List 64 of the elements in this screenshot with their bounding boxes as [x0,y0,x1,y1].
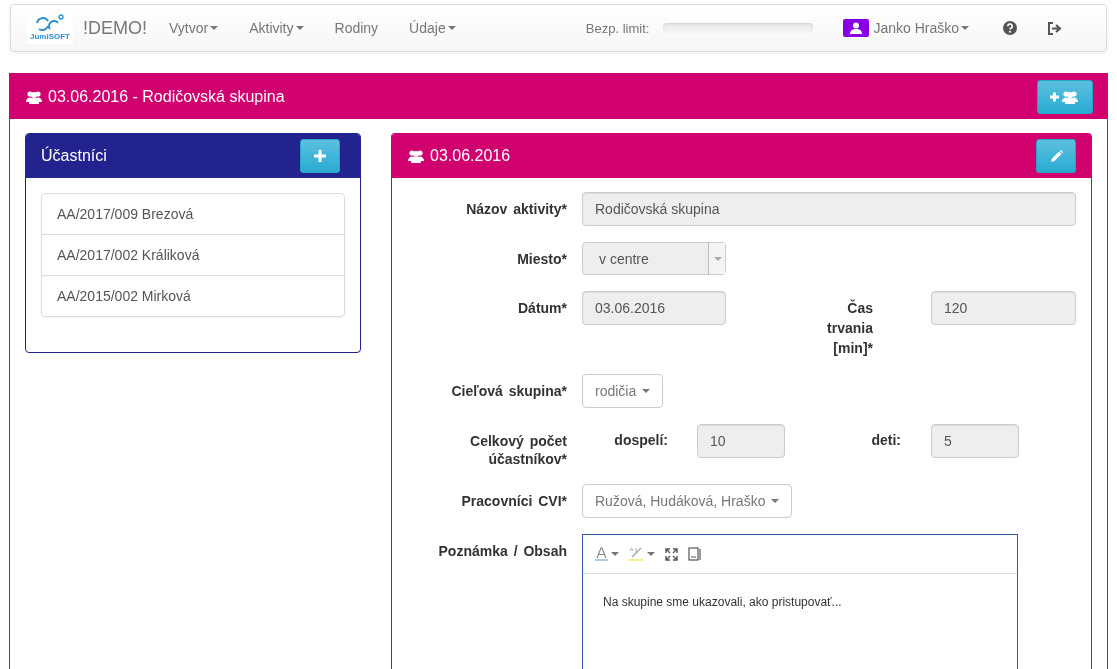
participants-title: Účastníci [41,147,107,165]
person-icon [850,22,863,34]
editor-text: Na skupine sme ukazovali, ako pristupovať... [603,595,843,609]
input-field[interactable]: 10 [697,424,785,458]
select-field[interactable]: v centre [582,242,726,275]
code-view-button[interactable] [686,545,703,563]
participant-item[interactable]: AA/2015/002 Mirková [42,276,344,316]
logo[interactable]: JumiSOFT [27,12,73,44]
field-label: Cieľová skupina* [450,382,567,400]
add-group-button[interactable] [1037,79,1093,114]
user-menu[interactable]: Janko Hraško [843,19,969,37]
field-label: Pracovníci CVI* [460,492,567,510]
field-label: Dátum* [517,299,567,317]
logout-icon [1047,21,1062,35]
field-label: Miesto* [516,250,567,268]
group-icon [407,149,425,163]
expand-icon [665,547,678,561]
rich-text-editor[interactable]: Na skupine sme ukazovali, ako pristupovať... [582,534,1018,669]
input-field[interactable]: Rodičovská skupina [582,192,1076,226]
field-label: Čas trvania [min]* [826,298,873,358]
plus-group-icon [1050,88,1080,105]
text-color-button[interactable] [593,545,621,563]
document-icon [688,547,701,561]
help-icon [1003,21,1017,35]
caret-icon [642,389,651,393]
caret-icon [647,552,655,556]
help-button[interactable] [1003,21,1017,35]
plus-icon [314,150,326,162]
participant-item[interactable]: AA/2017/009 Brezová [42,194,344,235]
brand-link[interactable]: !DEMO! [83,17,147,39]
detail-title-text: 03.06.2016 [430,147,511,165]
dropdown-button[interactable]: rodičia [582,374,664,408]
dropdown-button[interactable]: Ružová, Hudáková, Hraško [582,484,793,518]
field-label: Názov aktivity* [465,200,567,218]
input-field[interactable]: 03.06.2016 [582,291,726,325]
logo-text: JumiSOFT [30,32,70,42]
caret-icon [961,26,969,30]
add-participant-button[interactable] [300,139,340,173]
panel-title-text: 03.06.2016 - Rodičovská skupina [48,87,285,106]
select-value: v centre [598,250,650,269]
caret-icon [611,552,619,556]
participant-item[interactable]: AA/2017/002 Králiková [42,235,344,276]
highlighter-icon [629,547,645,561]
nav-menu-item[interactable]: Rodiny [334,20,379,36]
field-label: dospelí: [613,431,668,448]
input-field[interactable]: 5 [931,424,1019,458]
logout-button[interactable] [1047,21,1062,35]
input-field[interactable]: 120 [931,291,1076,325]
field-label: deti: [870,431,901,448]
nav-menu-item[interactable]: Údaje [409,20,456,36]
edit-button[interactable] [1036,139,1076,173]
logo-mark-icon [35,14,65,32]
limit-label: Bezp. limit: [585,20,650,36]
caret-icon [714,256,722,261]
nav-menu-item[interactable]: Aktivity [249,20,304,36]
field-label: Poznámka / Obsah [437,542,567,560]
field-label: Celkový počet účastníkov* [469,432,567,468]
caret-icon [771,499,780,503]
pencil-icon [1049,149,1063,163]
font-color-icon [595,547,609,561]
nav-menu-item[interactable]: Vytvor [169,20,219,36]
highlight-button[interactable] [627,545,657,563]
fullscreen-button[interactable] [663,545,680,563]
group-icon [25,89,43,104]
